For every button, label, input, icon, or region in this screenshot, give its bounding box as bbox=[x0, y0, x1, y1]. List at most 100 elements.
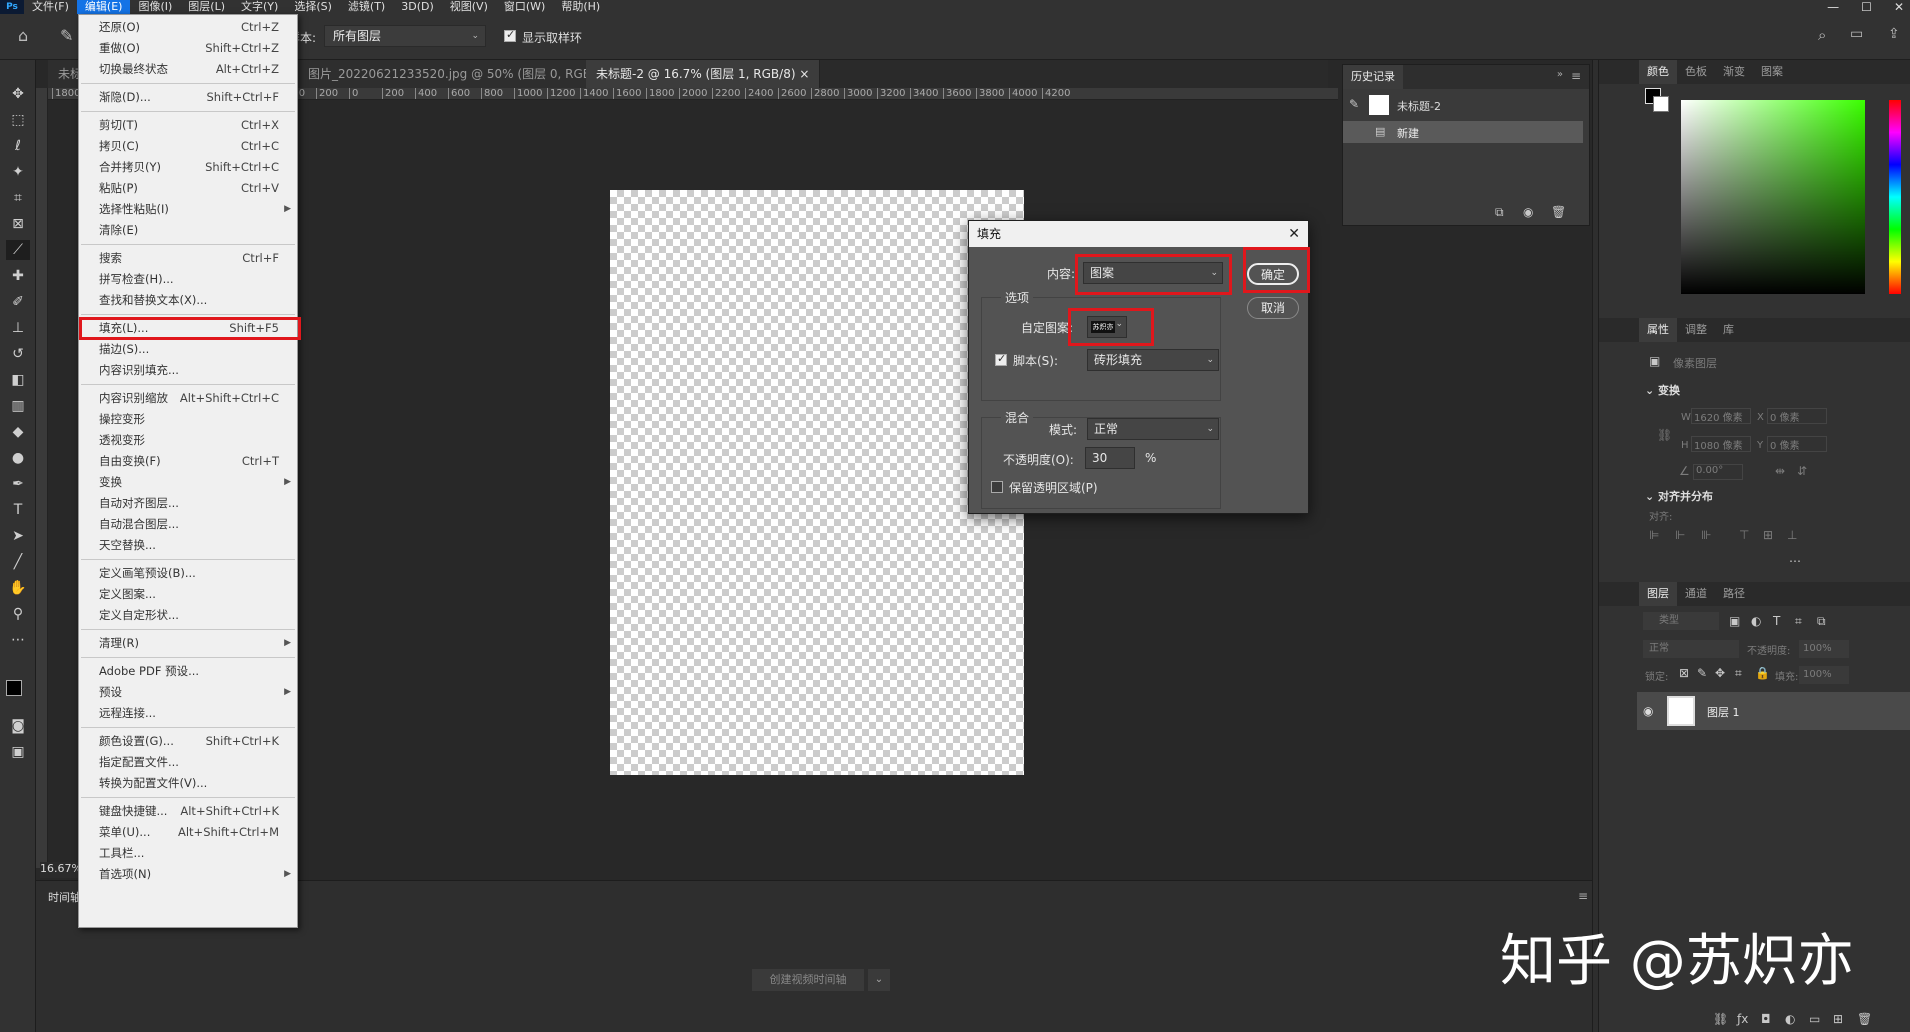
edit-menu-item[interactable]: 变换 ▶ bbox=[79, 472, 297, 493]
edit-menu-item[interactable]: 查找和替换文本(X)... bbox=[79, 290, 297, 311]
home-icon[interactable]: ⌂ bbox=[18, 26, 28, 45]
tab-adjustments[interactable]: 调整 bbox=[1677, 318, 1715, 342]
script-select[interactable]: 砖形填充 ⌄ bbox=[1087, 349, 1219, 371]
lock-pixels-icon[interactable]: ✎ bbox=[1697, 666, 1707, 680]
menu-filter[interactable]: 滤镜(T) bbox=[340, 0, 393, 14]
fx-icon[interactable]: ƒx bbox=[1737, 1012, 1748, 1026]
layer-opacity-field[interactable]: 100% bbox=[1799, 640, 1849, 658]
magic-wand-tool-icon[interactable]: ✦ bbox=[6, 162, 30, 182]
edit-menu-item[interactable]: 工具栏... bbox=[79, 843, 297, 864]
maximize-icon[interactable]: ☐ bbox=[1861, 0, 1872, 14]
edit-menu-item[interactable]: 内容识别缩放 Alt+Shift+Ctrl+C bbox=[79, 388, 297, 409]
edit-menu-item[interactable]: 选择性粘贴(I) ▶ bbox=[79, 199, 297, 220]
stamp-tool-icon[interactable]: ⊥ bbox=[6, 318, 30, 338]
crop-tool-icon[interactable]: ⌗ bbox=[6, 188, 30, 208]
lock-all-icon[interactable]: 🔒 bbox=[1755, 666, 1770, 680]
more-options-icon[interactable]: ⋯ bbox=[1789, 554, 1801, 568]
history-brush-icon[interactable]: ↺ bbox=[6, 344, 30, 364]
layer-filter-select[interactable]: 类型 bbox=[1643, 612, 1719, 630]
color-field[interactable] bbox=[1681, 100, 1865, 294]
lasso-tool-icon[interactable]: ℓ bbox=[6, 136, 30, 156]
minimize-icon[interactable]: — bbox=[1827, 0, 1839, 14]
blend-mode-select[interactable]: 正常 bbox=[1643, 640, 1739, 658]
healing-brush-icon[interactable]: ✚ bbox=[6, 266, 30, 286]
edit-menu-item[interactable]: 拼写检查(H)... bbox=[79, 269, 297, 290]
height-field[interactable]: 1080 像素 bbox=[1691, 436, 1751, 452]
menu-layer[interactable]: 图层(L) bbox=[180, 0, 233, 14]
path-select-icon[interactable]: ➤ bbox=[6, 526, 30, 546]
tab-paths[interactable]: 路径 bbox=[1715, 582, 1753, 606]
y-field[interactable]: 0 像素 bbox=[1767, 436, 1827, 452]
filter-type-icon[interactable]: T bbox=[1773, 614, 1780, 628]
filter-pixel-icon[interactable]: ▣ bbox=[1729, 614, 1740, 628]
filter-smart-object-icon[interactable]: ⧉ bbox=[1817, 614, 1826, 629]
edit-menu-item[interactable]: 还原(O) Ctrl+Z bbox=[79, 17, 297, 38]
close-tab-icon[interactable]: × bbox=[799, 67, 809, 81]
align-middle-icon[interactable]: ⊞ bbox=[1763, 528, 1773, 542]
edit-menu-item[interactable]: 预设 ▶ bbox=[79, 682, 297, 703]
link-layers-icon[interactable]: ⛓ bbox=[1713, 1012, 1728, 1026]
sample-select[interactable]: 所有图层 ⌄ bbox=[324, 25, 486, 47]
flip-horizontal-icon[interactable]: ⇹ bbox=[1775, 464, 1785, 478]
edit-menu-item[interactable]: 透视变形 bbox=[79, 430, 297, 451]
angle-field[interactable]: 0.00° bbox=[1693, 464, 1743, 480]
dodge-tool-icon[interactable]: ● bbox=[6, 448, 30, 468]
create-timeline-button[interactable]: 创建视频时间轴 bbox=[752, 969, 864, 991]
edit-menu-item[interactable]: 菜单(U)... Alt+Shift+Ctrl+M bbox=[79, 822, 297, 843]
workspace-icon[interactable]: ▭ bbox=[1850, 26, 1863, 42]
history-entry[interactable]: ▤ 新建 bbox=[1343, 121, 1583, 143]
align-bottom-icon[interactable]: ⊥ bbox=[1787, 528, 1797, 542]
menu-help[interactable]: 帮助(H) bbox=[553, 0, 608, 14]
edit-menu-item[interactable]: 首选项(N) ▶ bbox=[79, 864, 297, 885]
width-field[interactable]: 1620 像素 bbox=[1691, 408, 1751, 424]
edit-menu-item[interactable]: 颜色设置(G)... Shift+Ctrl+K bbox=[79, 731, 297, 752]
edit-menu-item[interactable]: 描边(S)... bbox=[79, 339, 297, 360]
menu-edit[interactable]: 编辑(E) bbox=[76, 0, 131, 14]
edit-menu-item[interactable]: 操控变形 bbox=[79, 409, 297, 430]
align-right-icon[interactable]: ⊪ bbox=[1701, 528, 1711, 542]
panel-menu-icon[interactable]: ≡ bbox=[1571, 69, 1581, 83]
edit-menu-item[interactable]: 粘贴(P) Ctrl+V bbox=[79, 178, 297, 199]
show-ring-checkbox[interactable] bbox=[504, 28, 516, 42]
edit-menu-item[interactable]: 定义自定形状... bbox=[79, 605, 297, 626]
edit-menu-item[interactable]: 搜索 Ctrl+F bbox=[79, 248, 297, 269]
brush-tool-icon[interactable]: ✐ bbox=[6, 292, 30, 312]
script-checkbox[interactable] bbox=[995, 352, 1007, 366]
filter-shape-icon[interactable]: ⌗ bbox=[1795, 614, 1802, 629]
tab-swatches[interactable]: 色板 bbox=[1677, 60, 1715, 84]
blur-tool-icon[interactable]: ◆ bbox=[6, 422, 30, 442]
history-snapshot[interactable]: ✎ 未标题-2 bbox=[1347, 91, 1585, 119]
pen-tool-icon[interactable]: ✒ bbox=[6, 474, 30, 494]
edit-menu-item[interactable]: 重做(O) Shift+Ctrl+Z bbox=[79, 38, 297, 59]
edit-menu-item[interactable]: 渐隐(D)... Shift+Ctrl+F bbox=[79, 87, 297, 108]
menu-file[interactable]: 文件(F) bbox=[24, 0, 77, 14]
lock-artboard-icon[interactable]: ⌗ bbox=[1735, 666, 1742, 681]
move-tool-icon[interactable]: ✥ bbox=[6, 84, 30, 104]
align-center-icon[interactable]: ⊩ bbox=[1675, 528, 1685, 542]
lock-transparent-icon[interactable]: ⊠ bbox=[1679, 666, 1689, 680]
edit-menu-item[interactable]: 内容识别填充... bbox=[79, 360, 297, 381]
panel-menu-icon[interactable]: ≡ bbox=[1578, 889, 1588, 903]
foreground-color-swatch[interactable] bbox=[6, 680, 22, 696]
trash-icon[interactable]: 🗑 bbox=[1551, 205, 1566, 219]
edit-menu-item[interactable]: 自由变换(F) Ctrl+T bbox=[79, 451, 297, 472]
marquee-tool-icon[interactable]: ⬚ bbox=[6, 110, 30, 130]
align-left-icon[interactable]: ⊫ bbox=[1649, 528, 1659, 542]
edit-menu-item[interactable]: 指定配置文件... bbox=[79, 752, 297, 773]
edit-menu-item[interactable]: 定义图案... bbox=[79, 584, 297, 605]
eyedropper-tool-icon[interactable]: ⟋ bbox=[6, 240, 30, 260]
screen-mode-icon[interactable]: ▣ bbox=[6, 742, 30, 762]
edit-menu-item[interactable]: 剪切(T) Ctrl+X bbox=[79, 115, 297, 136]
edit-menu-item[interactable]: 清理(R) ▶ bbox=[79, 633, 297, 654]
tab-layers[interactable]: 图层 bbox=[1639, 582, 1677, 606]
align-heading[interactable]: ⌄ 对齐并分布 bbox=[1645, 488, 1713, 504]
trash-icon[interactable]: 🗑 bbox=[1857, 1012, 1872, 1026]
group-icon[interactable]: ▭ bbox=[1809, 1012, 1820, 1026]
align-top-icon[interactable]: ⊤ bbox=[1739, 528, 1749, 542]
history-tab[interactable]: 历史记录 bbox=[1343, 65, 1403, 89]
menu-image[interactable]: 图像(I) bbox=[130, 0, 180, 14]
collapse-icon[interactable]: » bbox=[1557, 69, 1563, 80]
eraser-tool-icon[interactable]: ◧ bbox=[6, 370, 30, 390]
menu-type[interactable]: 文字(Y) bbox=[233, 0, 286, 14]
filter-adjustment-icon[interactable]: ◐ bbox=[1751, 614, 1761, 628]
